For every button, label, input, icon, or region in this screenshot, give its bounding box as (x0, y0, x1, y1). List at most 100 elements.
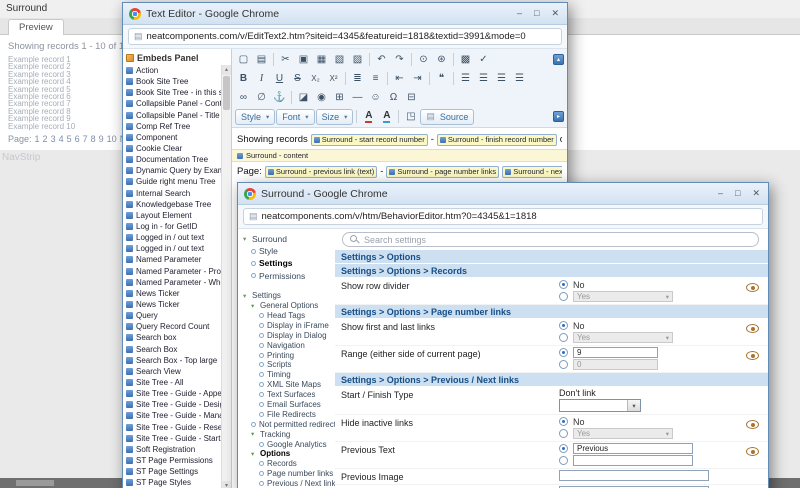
align-right-icon[interactable]: ☰ (493, 71, 510, 87)
radio-button[interactable] (559, 456, 568, 465)
style-dropdown[interactable]: Style▾ (235, 109, 275, 125)
minimize-button[interactable]: – (718, 189, 723, 198)
italic-icon[interactable]: I (253, 71, 270, 87)
expand-arrow-icon[interactable]: ▾ (243, 292, 250, 300)
tree-item-email-surfaces[interactable]: Email Surfaces (243, 400, 335, 410)
tree-item-records[interactable]: Records (243, 459, 335, 469)
tree-item-scripts[interactable]: Scripts (243, 360, 335, 370)
embed-item-logged-in-out-text[interactable]: Logged in / out text (123, 243, 221, 254)
embed-item-site-tree-guide-appendic[interactable]: Site Tree - Guide - Appendic (123, 388, 221, 399)
background-color-button[interactable]: A (378, 109, 395, 125)
text-color-button[interactable]: A (360, 109, 377, 125)
radio-button[interactable] (559, 444, 568, 453)
embed-item-collapsible-panel-title[interactable]: Collapsible Panel - Title (123, 110, 221, 121)
embed-token-previous-link[interactable]: Surround - previous link (text) (265, 166, 377, 178)
tree-item-general-options[interactable]: ▾General Options (243, 301, 335, 311)
unlink-icon[interactable]: ∅ (253, 90, 270, 106)
size-dropdown[interactable]: Size▾ (316, 109, 354, 125)
expand-arrow-icon[interactable]: ▾ (251, 450, 258, 458)
radio-button[interactable] (559, 280, 568, 289)
undo-icon[interactable]: ↶ (373, 52, 390, 68)
expand-arrow-icon[interactable]: ▾ (251, 430, 258, 438)
smiley-icon[interactable]: ☺ (367, 90, 384, 106)
embed-item-internal-search[interactable]: Internal Search (123, 188, 221, 199)
embed-item-st-page-settings[interactable]: ST Page Settings (123, 466, 221, 477)
tree-item-style[interactable]: Style (243, 245, 335, 257)
page-number-link[interactable]: 8 (91, 134, 96, 144)
radio-button[interactable] (559, 417, 568, 426)
underline-icon[interactable]: U (271, 71, 288, 87)
page-number-link[interactable]: 6 (75, 134, 80, 144)
text-input[interactable]: Previous (573, 443, 693, 454)
tree-item-options[interactable]: ▾Options (243, 449, 335, 459)
tree-item-display-in-dialog[interactable]: Display in Dialog (243, 330, 335, 340)
address-bar[interactable]: ▤ neatcomponents.com/v/htm/BehaviorEdito… (243, 208, 763, 225)
embeds-scrollbar[interactable]: ▴ ▾ (221, 65, 231, 488)
embed-item-news-ticker[interactable]: News Ticker (123, 299, 221, 310)
embed-token-start-record[interactable]: Surround - start record number (311, 134, 428, 146)
minimize-button[interactable]: – (517, 9, 522, 18)
embed-item-st-page-permissions[interactable]: ST Page Permissions (123, 455, 221, 466)
page-number-link[interactable]: 3 (51, 134, 56, 144)
redo-icon[interactable]: ↷ (391, 52, 408, 68)
page-number-link[interactable]: 10 (107, 134, 117, 144)
close-button[interactable]: ✕ (551, 9, 559, 18)
page-number-link[interactable]: 7 (83, 134, 88, 144)
embed-item-site-tree-guide-managen[interactable]: Site Tree - Guide - Managen (123, 410, 221, 421)
toolbar-collapse-icon[interactable]: ▸ (553, 111, 564, 122)
maximize-editor-icon[interactable]: ◳ (402, 109, 419, 125)
embed-item-action[interactable]: Action (123, 65, 221, 76)
embed-item-site-tree-guide-starts[interactable]: Site Tree - Guide - Starts (123, 433, 221, 444)
embed-token-finish-record[interactable]: Surround - finish record number (437, 134, 557, 146)
embed-item-search-box[interactable]: Search box (123, 332, 221, 343)
tree-item-printing[interactable]: Printing (243, 350, 335, 360)
search-input[interactable]: Search settings (342, 232, 759, 247)
tree-item-google-analytics[interactable]: Google Analytics (243, 439, 335, 449)
align-left-icon[interactable]: ☰ (457, 71, 474, 87)
radio-button[interactable] (559, 360, 568, 369)
radio-button[interactable] (559, 321, 568, 330)
tree-item-display-in-iframe[interactable]: Display in iFrame (243, 320, 335, 330)
strike-icon[interactable]: S (289, 71, 306, 87)
visibility-eye-icon[interactable] (746, 420, 759, 429)
paste-word-icon[interactable]: ▨ (349, 52, 366, 68)
tree-item-navigation[interactable]: Navigation (243, 340, 335, 350)
dropdown-select[interactable]: ▾ (559, 399, 641, 412)
embed-item-component[interactable]: Component (123, 132, 221, 143)
spellcheck-icon[interactable]: ✓ (475, 52, 492, 68)
bulleted-list-icon[interactable]: ≡ (367, 71, 384, 87)
page-number-link[interactable]: 5 (67, 134, 72, 144)
expand-arrow-icon[interactable]: ▾ (251, 302, 258, 310)
embed-item-named-parameter[interactable]: Named Parameter (123, 254, 221, 265)
tree-item-head-tags[interactable]: Head Tags (243, 311, 335, 321)
embed-item-query-record-count[interactable]: Query Record Count (123, 321, 221, 332)
tree-item-permissions[interactable]: Permissions (243, 270, 335, 282)
replace-icon[interactable]: ⊛ (433, 52, 450, 68)
link-icon[interactable]: ∞ (235, 90, 252, 106)
embed-item-documentation-tree[interactable]: Documentation Tree (123, 154, 221, 165)
embed-item-log-in-for-getid[interactable]: Log in - for GetID (123, 221, 221, 232)
table-icon[interactable]: ⊞ (331, 90, 348, 106)
embed-token-next-link[interactable]: Surround - next link (text) (502, 166, 562, 178)
expand-arrow-icon[interactable]: ▾ (243, 235, 250, 243)
embed-item-search-view[interactable]: Search View (123, 366, 221, 377)
tree-item-text-surfaces[interactable]: Text Surfaces (243, 390, 335, 400)
embed-item-book-site-tree-in-this-secti[interactable]: Book Site Tree - in this secti (123, 87, 221, 98)
outdent-icon[interactable]: ⇤ (391, 71, 408, 87)
page-number-link[interactable]: 2 (43, 134, 48, 144)
tree-item-timing[interactable]: Timing (243, 370, 335, 380)
radio-button[interactable] (559, 333, 568, 342)
tree-item-file-redirects[interactable]: File Redirects (243, 409, 335, 419)
maximize-button[interactable]: □ (534, 9, 539, 18)
visibility-eye-icon[interactable] (746, 324, 759, 333)
new-page-icon[interactable]: ▢ (235, 52, 252, 68)
copy-icon[interactable]: ▣ (295, 52, 312, 68)
embed-item-news-ticker[interactable]: News Ticker (123, 288, 221, 299)
text-input[interactable] (573, 455, 693, 466)
align-justify-icon[interactable]: ☰ (511, 71, 528, 87)
embed-item-named-parameter-when-e[interactable]: Named Parameter - When e (123, 277, 221, 288)
embed-token-page-number-links[interactable]: Surround - page number links (386, 166, 499, 178)
tree-item-tracking[interactable]: ▾Tracking (243, 429, 335, 439)
indent-icon[interactable]: ⇥ (409, 71, 426, 87)
embed-item-collapsible-panel-content[interactable]: Collapsible Panel - Content (123, 98, 221, 109)
